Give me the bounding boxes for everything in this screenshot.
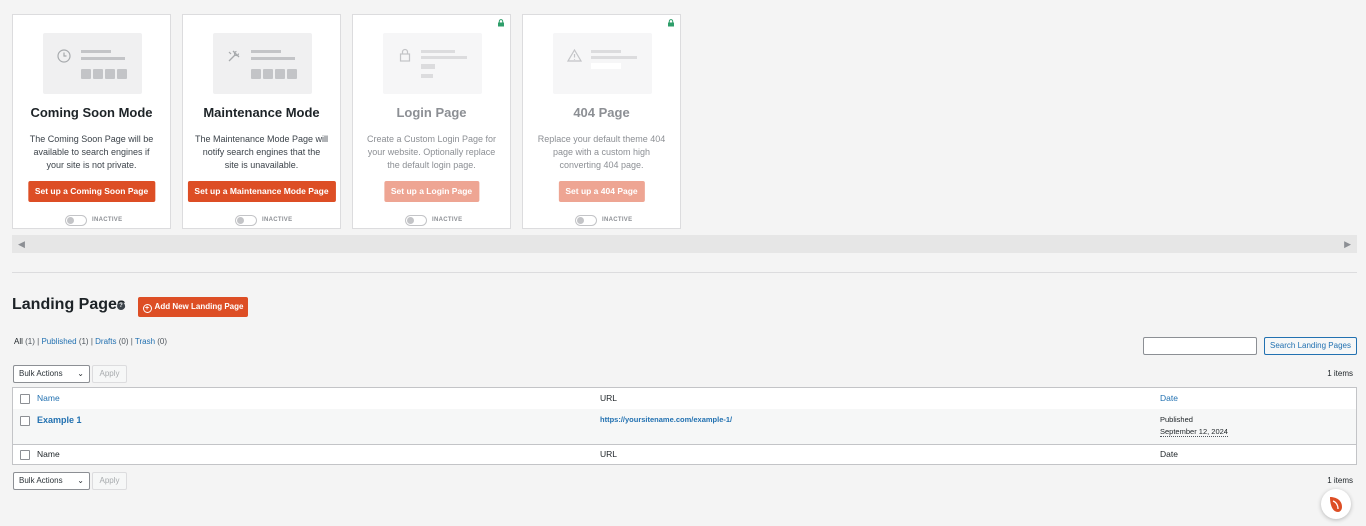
setup-404-page-button[interactable]: Set up a 404 Page xyxy=(558,181,645,202)
status-label: INACTIVE xyxy=(602,217,633,223)
status-label: INACTIVE xyxy=(92,217,123,223)
row-status: Published xyxy=(1160,415,1193,424)
landing-pages-table: Name URL Date Example 1 https://yoursite… xyxy=(12,387,1357,465)
scroll-right-arrow-icon[interactable]: ▶ xyxy=(1344,239,1351,250)
filter-published-count: (1) xyxy=(78,337,89,346)
404-page-toggle[interactable] xyxy=(575,215,597,226)
setup-coming-soon-button[interactable]: Set up a Coming Soon Page xyxy=(27,181,156,202)
lock-icon xyxy=(399,48,411,62)
section-divider xyxy=(12,272,1357,273)
horizontal-scrollbar[interactable]: ◀ ▶ xyxy=(12,235,1357,253)
login-page-card: Login Page Create a Custom Login Page fo… xyxy=(352,14,511,229)
maintenance-card: Maintenance Mode The Maintenance Mode Pa… xyxy=(182,14,341,229)
row-checkbox[interactable] xyxy=(20,416,30,426)
column-url-footer: URL xyxy=(600,449,618,459)
select-all-checkbox-footer[interactable] xyxy=(20,450,30,460)
row-title-link[interactable]: Example 1 xyxy=(37,415,82,425)
help-icon[interactable]: ? xyxy=(117,302,125,310)
column-date-header[interactable]: Date xyxy=(1160,393,1178,403)
card-description: Create a Custom Login Page for your webs… xyxy=(366,134,497,170)
card-description: The Maintenance Mode Page will notify se… xyxy=(194,134,329,170)
chevron-down-icon: ⌄ xyxy=(77,369,84,378)
search-input[interactable] xyxy=(1143,337,1257,355)
404-page-card: 404 Page Replace your default theme 404 … xyxy=(522,14,681,229)
column-name-footer: Name xyxy=(37,449,60,459)
column-date-footer: Date xyxy=(1160,449,1178,459)
coming-soon-thumbnail xyxy=(43,33,142,94)
setup-login-page-button[interactable]: Set up a Login Page xyxy=(383,181,480,202)
card-title: 404 Page xyxy=(573,105,630,120)
card-description: The Coming Soon Page will be available t… xyxy=(29,134,154,170)
status-label: INACTIVE xyxy=(432,217,463,223)
apply-button[interactable]: Apply xyxy=(92,365,127,383)
status-filters: All (1) | Published (1) | Drafts (0) | T… xyxy=(14,337,168,346)
login-thumbnail xyxy=(383,33,482,94)
lock-badge-icon xyxy=(668,19,674,27)
filter-trash-count: (0) xyxy=(157,337,168,346)
bulk-actions-select[interactable]: Bulk Actions ⌄ xyxy=(13,365,90,383)
coming-soon-card: Coming Soon Mode The Coming Soon Page wi… xyxy=(12,14,171,229)
bulk-actions-label: Bulk Actions xyxy=(19,369,63,378)
items-count-bottom: 1 items xyxy=(1327,476,1353,485)
coming-soon-toggle[interactable] xyxy=(65,215,87,226)
warning-icon xyxy=(567,49,582,62)
items-count: 1 items xyxy=(1327,369,1353,378)
404-thumbnail xyxy=(553,33,652,94)
login-page-toggle[interactable] xyxy=(405,215,427,226)
add-button-label: Add New Landing Page xyxy=(154,302,244,311)
filter-drafts-count: (0) xyxy=(118,337,129,346)
bulk-actions-label: Bulk Actions xyxy=(19,476,63,485)
column-url-header: URL xyxy=(600,393,618,403)
filter-trash[interactable]: Trash xyxy=(135,337,155,346)
maintenance-thumbnail xyxy=(213,33,312,94)
card-title: Coming Soon Mode xyxy=(30,105,153,120)
plugin-brand-button[interactable] xyxy=(1321,489,1351,519)
card-description: Replace your default theme 404 page with… xyxy=(537,134,666,170)
card-title: Login Page xyxy=(396,105,467,120)
add-new-landing-page-button[interactable]: + Add New Landing Page xyxy=(138,297,248,317)
scroll-left-arrow-icon[interactable]: ◀ xyxy=(18,239,25,250)
setup-maintenance-button[interactable]: Set up a Maintenance Mode Page xyxy=(187,181,336,202)
filter-all-count: (1) xyxy=(25,337,35,346)
filter-drafts[interactable]: Drafts xyxy=(95,337,116,346)
status-label: INACTIVE xyxy=(262,217,293,223)
seedprod-logo-icon xyxy=(1330,497,1342,512)
clock-icon xyxy=(57,49,71,63)
search-landing-pages-button[interactable]: Search Landing Pages xyxy=(1264,337,1357,355)
landing-pages-title: Landing Pages xyxy=(12,296,126,313)
filter-all[interactable]: All xyxy=(14,337,23,346)
column-name-header[interactable]: Name xyxy=(37,393,60,403)
select-all-checkbox[interactable] xyxy=(20,394,30,404)
row-url-link[interactable]: https://yoursitename.com/example-1/ xyxy=(600,415,732,424)
tools-icon xyxy=(228,50,240,62)
row-date: September 12, 2024 xyxy=(1160,427,1228,437)
table-row: Example 1 https://yoursitename.com/examp… xyxy=(13,409,1356,445)
maintenance-toggle[interactable] xyxy=(235,215,257,226)
apply-button-bottom[interactable]: Apply xyxy=(92,472,127,490)
chevron-down-icon: ⌄ xyxy=(77,476,84,485)
table-footer-row: Name URL Date xyxy=(13,444,1356,465)
filter-published[interactable]: Published xyxy=(41,337,76,346)
table-header-row: Name URL Date xyxy=(13,388,1356,410)
lock-badge-icon xyxy=(498,19,504,27)
card-title: Maintenance Mode xyxy=(203,105,320,120)
plus-circle-icon: + xyxy=(142,304,152,313)
bulk-actions-select-bottom[interactable]: Bulk Actions ⌄ xyxy=(13,472,90,490)
